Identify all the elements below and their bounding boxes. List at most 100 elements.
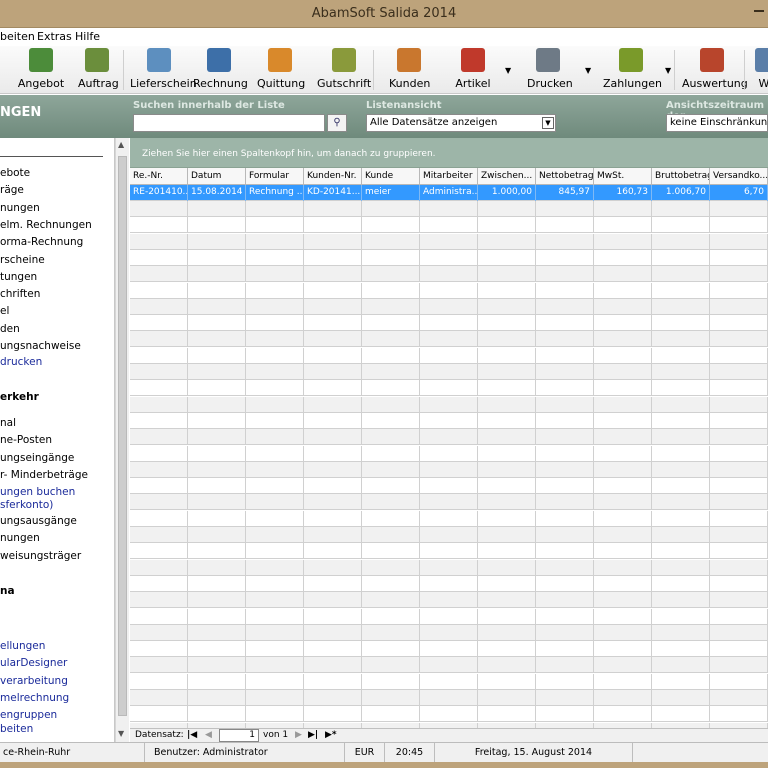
sidebar-item[interactable]: ne-Posten [0,434,52,447]
sidebar-link[interactable]: ellungen [0,640,45,653]
scroll-up-icon[interactable]: ▲ [118,140,124,149]
empty-cell [362,249,420,266]
first-record-icon[interactable]: |◀ [187,730,197,740]
column-header[interactable]: Versandko... [710,168,768,185]
sidebar-item[interactable]: räge [0,184,24,197]
period-select[interactable]: keine Einschränkung [666,114,768,132]
sidebar-link[interactable]: beiten [0,723,33,736]
toolbar-button-zahlungen[interactable]: Zahlungen [603,48,662,92]
scroll-thumb[interactable] [118,156,127,716]
empty-cell [420,249,478,266]
sidebar-link-transferkonto[interactable]: sferkonto) [0,499,53,512]
sidebar-item[interactable]: ungseingänge [0,452,74,465]
menu-extras[interactable]: Extras [37,30,72,43]
column-header[interactable]: Mitarbeiter [420,168,478,185]
toolbar-button-we[interactable]: We [752,48,768,92]
empty-cell [652,461,710,478]
empty-cell [188,347,246,364]
empty-cell [536,331,594,348]
sidebar-item[interactable]: nungen [0,202,40,215]
empty-cell [652,673,710,690]
empty-cell [130,445,188,462]
sidebar-link[interactable]: engruppen [0,709,57,722]
empty-cell [478,575,536,592]
empty-cell [188,624,246,641]
sidebar-item[interactable]: chriften [0,288,40,301]
prev-record-icon[interactable]: ◀ [205,730,212,740]
column-header[interactable]: MwSt. [594,168,652,185]
empty-cell [362,575,420,592]
sidebar-link-buchen[interactable]: ungen buchen [0,486,75,499]
scroll-down-icon[interactable]: ▼ [118,729,124,738]
group-panel[interactable]: Ziehen Sie hier einen Spaltenkopf hin, u… [130,138,768,168]
sidebar-item[interactable]: weisungsträger [0,550,81,563]
sidebar-item[interactable]: elm. Rechnungen [0,219,92,232]
chevron-down-icon[interactable]: ▼ [542,117,554,129]
empty-cell [420,543,478,560]
minimize-button[interactable] [754,10,764,12]
empty-cell [304,527,362,543]
toolbar-separator [373,50,374,90]
empty-cell [652,364,710,380]
sidebar-item[interactable]: rscheine [0,254,45,267]
last-record-icon[interactable]: ▶| [308,730,318,740]
dropdown-arrow-icon[interactable]: ▼ [665,66,671,76]
sidebar-item[interactable]: r- Minderbeträge [0,469,88,482]
empty-cell [536,315,594,332]
sidebar-link-drucken[interactable]: drucken [0,356,42,369]
toolbar-button-drucken[interactable]: Drucken [527,48,573,92]
empty-cell [710,364,768,380]
next-record-icon[interactable]: ▶ [295,730,302,740]
dropdown-arrow-icon[interactable]: ▼ [505,66,511,76]
sidebar-scrollbar[interactable]: ▲ ▼ [115,138,129,742]
list-view-select[interactable]: Alle Datensätze anzeigen [366,114,556,132]
sidebar-item[interactable]: el [0,305,9,318]
dropdown-arrow-icon[interactable]: ▼ [585,66,591,76]
new-record-icon[interactable]: ▶* [325,730,337,740]
column-header[interactable]: Re.-Nr. [130,168,188,185]
sidebar-item[interactable]: nal [0,417,16,430]
sidebar-item[interactable]: ungsausgänge [0,515,77,528]
empty-row [130,445,768,462]
sidebar-link[interactable]: verarbeitung [0,675,68,688]
column-header[interactable]: Datum [188,168,246,185]
sidebar-link[interactable]: ularDesigner [0,657,67,670]
toolbar-button-auswertung[interactable]: Auswertung [682,48,748,92]
column-header[interactable]: Nettobetrag [536,168,594,185]
record-number-input[interactable]: 1 [219,729,259,742]
empty-cell [362,429,420,446]
menu-bearbeiten[interactable]: beiten [0,30,35,43]
search-icon[interactable]: ⚲ [327,114,347,132]
toolbar-button-artikel[interactable]: Artikel [454,48,492,92]
toolbar-button-angebot[interactable]: Angebot [14,48,68,92]
toolbar-button-rechnung[interactable]: Rechnung [193,48,248,92]
sidebar-item[interactable]: orma-Rechnung [0,236,83,249]
sidebar-item[interactable]: ebote [0,167,30,180]
sidebar-link[interactable]: melrechnung [0,692,69,705]
toolbar-button-quittung[interactable]: Quittung [257,48,306,92]
toolbar-label: Drucken [527,77,573,90]
sidebar-item[interactable]: nungen [0,532,40,545]
column-header[interactable]: Kunde [362,168,420,185]
menu-hilfe[interactable]: Hilfe [75,30,100,43]
table-row[interactable]: RE-201410... 15.08.2014 Rechnung ... KD-201… [130,185,768,201]
toolbar-button-kunden[interactable]: Kunden [389,48,430,92]
column-header[interactable]: Bruttobetrag [652,168,710,185]
toolbar-button-lieferschein[interactable]: Lieferschein [130,48,197,92]
empty-cell [304,543,362,560]
empty-cell [594,706,652,723]
empty-cell [594,347,652,364]
search-input[interactable] [133,114,325,132]
toolbar-label: Quittung [257,77,306,90]
empty-cell [652,347,710,364]
column-header[interactable]: Zwischen... [478,168,536,185]
toolbar-button-gutschrift[interactable]: Gutschrift [317,48,371,92]
sidebar-item[interactable]: ungsnachweise [0,340,81,353]
empty-cell [362,461,420,478]
sidebar-item[interactable]: den [0,323,20,336]
sidebar-item[interactable]: tungen [0,271,37,284]
column-header[interactable]: Formular [246,168,304,185]
menu-bar: beiten Extras Hilfe [0,28,768,46]
toolbar-button-auftrag[interactable]: Auftrag [78,48,119,92]
column-header[interactable]: Kunden-Nr. [304,168,362,185]
